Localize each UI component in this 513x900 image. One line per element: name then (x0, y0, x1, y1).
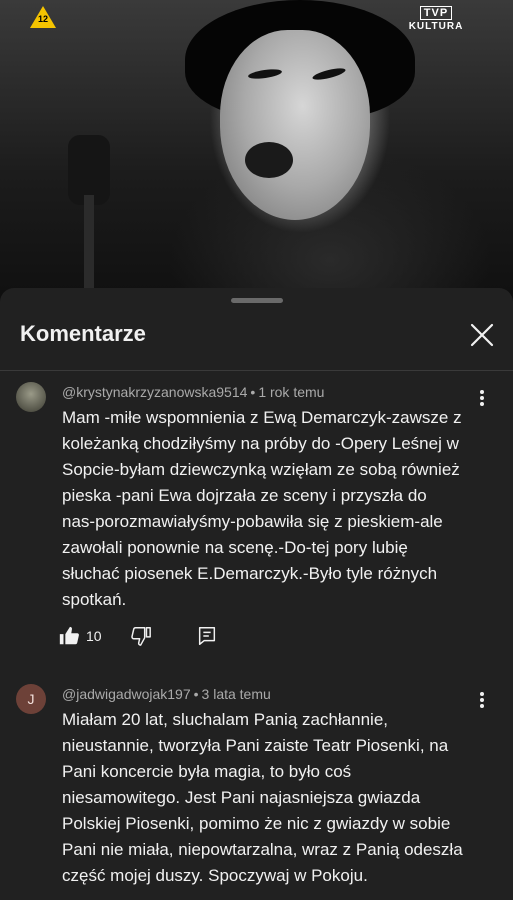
drag-handle[interactable] (231, 298, 283, 303)
video-frame-face (220, 30, 370, 220)
comment-text: Miałam 20 lat, sluchalam Panią zachłanni… (62, 707, 492, 889)
comment-line: koleżanką chodziłyśmy na próby do -Opery… (62, 434, 459, 453)
comment-meta: @jadwigadwojak197 • 3 lata temu (62, 686, 271, 702)
comment-text: Mam -miłe wspomnienia z Ewą Demarczyk-za… (62, 405, 492, 613)
dislike-button[interactable] (130, 622, 152, 650)
thumb-down-icon (131, 627, 151, 646)
channel-logo-top: TVP (419, 6, 453, 20)
more-vert-icon (480, 390, 484, 394)
comment-line: słuchać piosenek E.Demarczyk.-Było tyle … (62, 564, 438, 583)
channel-logo: TVP KULTURA (405, 3, 467, 32)
video-frame-mouth (245, 142, 293, 178)
comment-time: 3 lata temu (201, 686, 271, 702)
comment-line: Polskiej Piosenki, pomimo że nic z gwiaz… (62, 814, 451, 833)
close-button[interactable] (466, 319, 498, 351)
comment-line: nieustannie, tworzyła Pani zaiste Teatr … (62, 736, 449, 755)
comment-line: spotkań. (62, 590, 127, 609)
meta-separator: • (250, 384, 256, 400)
sheet-divider (0, 370, 513, 371)
close-icon (470, 323, 494, 347)
comment-line: pieska -pani Ewa dojrzała ze sceny i prz… (62, 486, 427, 505)
meta-separator: • (193, 686, 199, 702)
reply-button[interactable] (196, 622, 218, 650)
channel-logo-bottom: KULTURA (408, 21, 464, 32)
comment-meta: @krystynakrzyzanowska9514 • 1 rok temu (62, 384, 324, 400)
comment-line: niesamowitego. Jest Pani najasniejsza gw… (62, 788, 421, 807)
comment-line: Pani koncercie była magia, to było coś (62, 762, 352, 781)
like-button[interactable]: 10 (58, 622, 102, 650)
comment-line: Miałam 20 lat, sluchalam Panią zachłanni… (62, 710, 389, 729)
comments-sheet: Komentarze @krystynakrzyzanowska9514 • 1 r… (0, 288, 513, 900)
comment-line: Sopcie-byłam dziewczynką wzięłam ze sobą… (62, 460, 460, 479)
avatar[interactable] (16, 382, 46, 412)
video-frame-microphone (58, 135, 118, 290)
comment-line: część mojej duszy. Spoczywaj w Pokoju. (62, 866, 368, 885)
comment-line: Mam -miłe wspomnienia z Ewą Demarczyk-za… (62, 408, 462, 427)
avatar[interactable]: J (16, 684, 46, 714)
comment-author[interactable]: @jadwigadwojak197 (62, 686, 191, 702)
like-count: 10 (86, 628, 102, 644)
thumb-up-icon (59, 626, 79, 645)
comment-time: 1 rok temu (258, 384, 325, 400)
comment-line: Pani nie miała, niepowtarzalna, wraz z P… (62, 840, 463, 859)
video-player[interactable]: 12 TVP KULTURA (0, 0, 513, 290)
comments-title: Komentarze (20, 321, 146, 346)
reply-icon (198, 627, 216, 645)
comment-line: nas-porozmawiałyśmy-pobawiła się z piesk… (62, 512, 443, 531)
age-rating-text: 12 (37, 14, 48, 24)
comment-line: zawołali ponownie na scenę.-Do-tej pory … (62, 538, 408, 557)
more-vert-icon (480, 692, 484, 696)
comment-author[interactable]: @krystynakrzyzanowska9514 (62, 384, 247, 400)
